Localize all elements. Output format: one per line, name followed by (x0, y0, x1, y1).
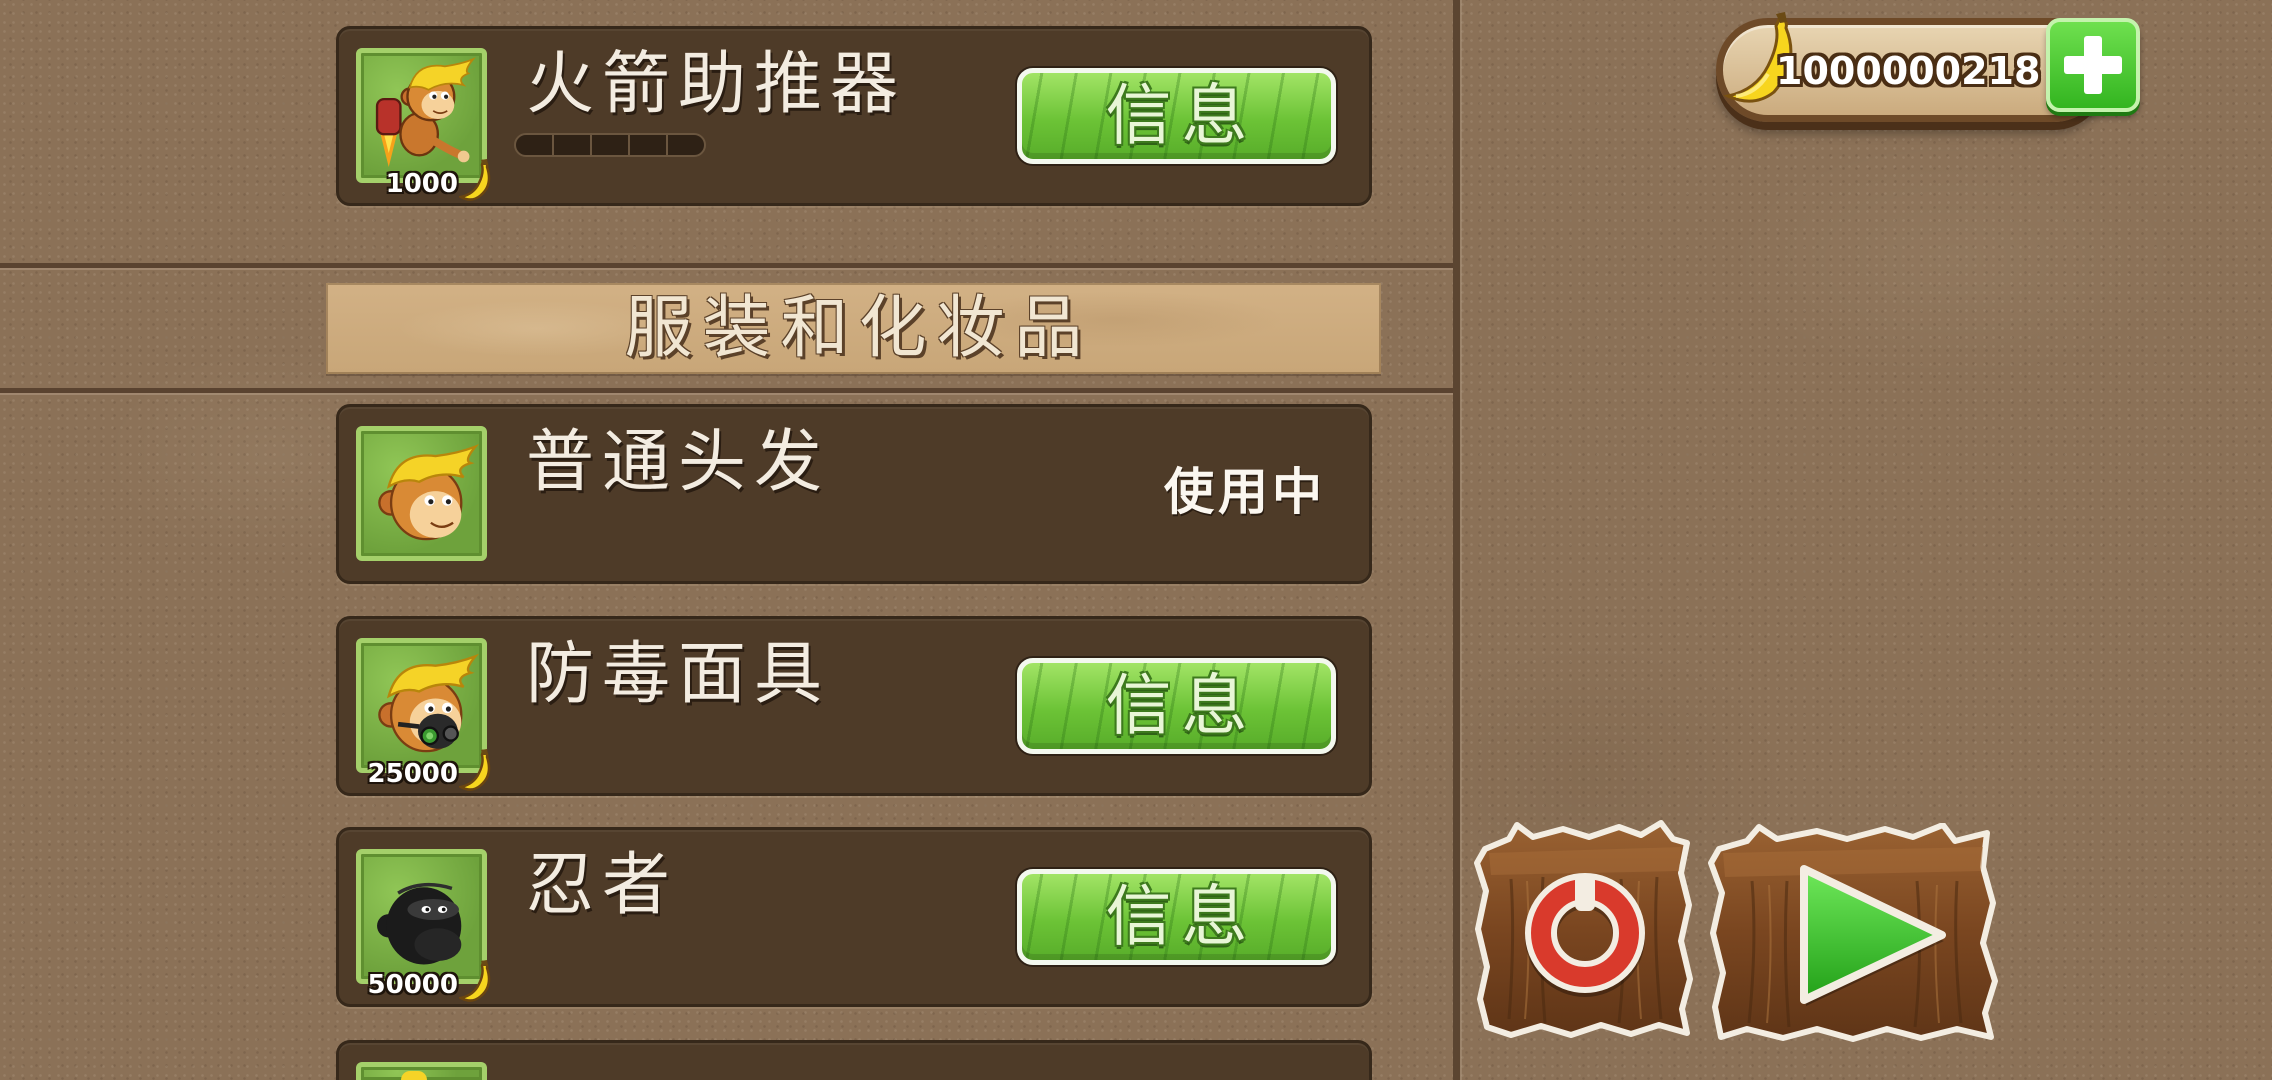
normal-hair-monkey-icon (356, 426, 487, 561)
info-button-label: 信息 (1105, 878, 1258, 955)
price-value: 25000 (367, 759, 458, 789)
shop-item-rocket-booster: 1000 火箭助推器 信息 (336, 26, 1372, 206)
banana-count: 1000000218 (1776, 49, 2041, 93)
price-value: 1000 (385, 169, 458, 199)
normal-hair-monkey-illustration (378, 444, 480, 541)
section-header-costumes: 服装和化妆品 (326, 283, 1381, 374)
banana-icon (459, 749, 491, 791)
panel-divider-vertical (1453, 0, 1460, 1080)
banana-icon (459, 960, 491, 1002)
shop-item-gas-mask: 25000 防毒面具 信息 (336, 616, 1372, 796)
item-title: 火箭助推器 (526, 45, 907, 124)
play-button[interactable] (1707, 823, 2000, 1043)
wooden-plank (1708, 823, 1998, 1042)
price-badge: 1000 (349, 153, 493, 203)
hair-tip (401, 1071, 427, 1080)
info-button-label: 信息 (1105, 667, 1258, 744)
upgrade-segment (516, 135, 554, 155)
info-button-gas-mask[interactable]: 信息 (1017, 658, 1336, 754)
upgrade-segment (554, 135, 592, 155)
restart-button[interactable] (1471, 819, 1698, 1043)
shop-item-normal-hair: 普通头发 使用中 (336, 404, 1372, 584)
price-badge: 25000 (349, 743, 493, 793)
item-title: 忍者 (526, 846, 679, 925)
info-button-rocket-booster[interactable]: 信息 (1017, 68, 1336, 164)
info-button-label: 信息 (1105, 77, 1258, 154)
shop-item-partial (336, 1040, 1372, 1080)
monkey-icon (356, 1062, 487, 1080)
item-title: 普通头发 (526, 423, 831, 502)
section-divider-bottom (0, 388, 1453, 393)
item-title: 防毒面具 (526, 635, 831, 714)
section-divider-top (0, 263, 1453, 268)
wooden-plank (1474, 820, 1693, 1038)
equipped-status: 使用中 (1164, 463, 1326, 521)
upgrade-progress-bar (514, 133, 706, 157)
upgrade-segment (630, 135, 668, 155)
banana-icon (459, 159, 491, 201)
plus-icon-vertical (2084, 36, 2102, 94)
section-title: 服装和化妆品 (624, 288, 1093, 368)
buy-bananas-button[interactable] (2046, 18, 2140, 112)
upgrade-segment (668, 135, 704, 155)
price-value: 50000 (367, 970, 458, 1000)
shop-item-ninja: 50000 忍者 信息 (336, 827, 1372, 1007)
upgrade-segment (592, 135, 630, 155)
price-badge: 50000 (349, 954, 493, 1004)
info-button-ninja[interactable]: 信息 (1017, 869, 1336, 965)
